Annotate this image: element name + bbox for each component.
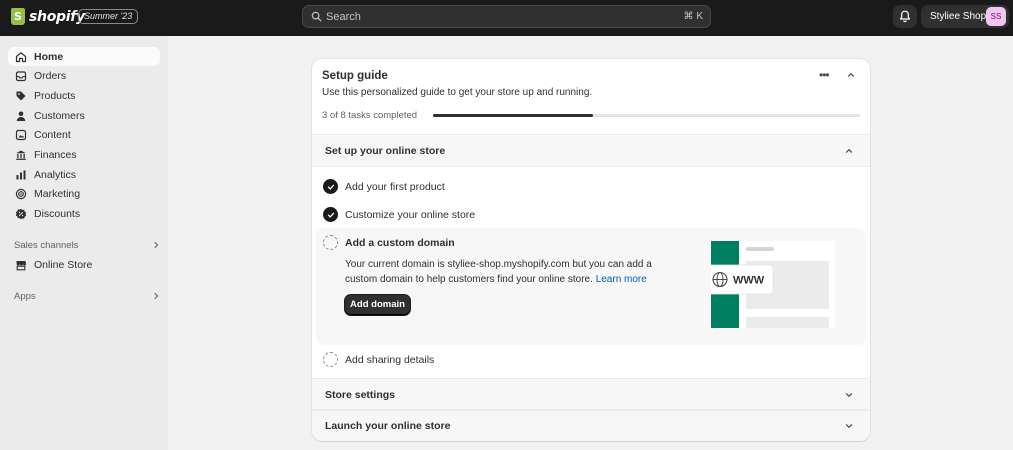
task-label: Customize your online store [345,208,476,221]
notifications-button[interactable] [893,5,917,28]
shopify-logo[interactable]: shopify [11,8,85,25]
sidebar-item-online-store[interactable]: Online Store [8,255,160,274]
orders-icon [14,69,28,83]
setup-guide-card: Setup guide Use this personalized guide … [312,59,870,441]
sales-channels-label: Sales channels [14,239,79,251]
home-icon [14,50,28,64]
search-placeholder: Search [326,11,361,23]
chevron-up-icon[interactable] [846,70,856,80]
person-icon [14,109,28,123]
setup-guide-subtitle: Use this personalized guide to get your … [322,87,593,98]
task-customize-store[interactable]: Customize your online store [323,207,475,222]
checkmark-icon [323,207,338,222]
store-avatar: SS [986,7,1006,26]
progress-text: 3 of 8 tasks completed [322,110,418,121]
task-add-custom-domain-panel: Add a custom domain Your current domain … [316,228,866,345]
learn-more-link[interactable]: Learn more [596,274,647,285]
section-title: Set up your online store [325,145,446,157]
sidebar-item-content[interactable]: Content [8,125,160,144]
sidebar-item-discounts[interactable]: Discounts [8,204,160,223]
sidebar: Home Orders Products Customers Content F… [0,36,168,450]
sidebar-item-label: Home [34,50,64,63]
bank-icon [14,148,28,162]
section-launch-online-store[interactable]: Launch your online store [312,410,870,441]
sidebar-item-label: Orders [34,69,67,82]
chevron-down-icon [845,393,853,398]
www-label: WWW [733,275,765,287]
chevron-down-icon [845,424,853,429]
sidebar-item-label: Marketing [34,187,81,200]
sidebar-item-marketing[interactable]: Marketing [8,184,160,203]
sidebar-item-label: Analytics [34,168,77,181]
sidebar-item-customers[interactable]: Customers [8,106,160,125]
sidebar-item-label: Content [34,128,71,141]
sidebar-item-home[interactable]: Home [8,47,160,66]
task-label: Add sharing details [345,353,435,366]
store-icon [14,258,28,272]
analytics-icon [14,168,28,182]
sidebar-item-label: Finances [34,148,77,161]
discount-icon [14,207,28,221]
tag-icon [14,89,28,103]
search-bar[interactable]: Search ⌘ K [302,5,711,28]
sidebar-item-label: Online Store [34,258,93,271]
incomplete-circle-icon [323,235,338,250]
sales-channels-heading[interactable]: Sales channels [14,237,160,253]
progress-bar [433,114,860,117]
shopify-bag-icon [11,8,25,25]
top-bar: shopify Summer '23 Search ⌘ K Styliee Sh… [0,0,1013,36]
search-shortcut: ⌘ K [683,11,703,22]
checkmark-icon [323,179,338,194]
task-add-sharing-details[interactable]: Add sharing details [323,352,434,367]
section-title: Launch your online store [325,420,451,432]
apps-heading[interactable]: Apps [14,288,160,304]
sidebar-item-finances[interactable]: Finances [8,145,160,164]
task-label: Add your first product [345,180,445,193]
chevron-right-icon [154,241,159,249]
sidebar-item-analytics[interactable]: Analytics [8,165,160,184]
domain-illustration: WWW [711,241,835,328]
section-store-settings[interactable]: Store settings [312,378,870,410]
sidebar-item-label: Customers [34,109,85,122]
sidebar-item-products[interactable]: Products [8,86,160,105]
chevron-up-icon [845,148,853,153]
progress-fill [433,114,594,117]
chevron-right-icon [154,292,159,300]
target-icon [14,187,28,201]
apps-label: Apps [14,290,36,302]
sidebar-item-label: Discounts [34,207,81,220]
incomplete-circle-icon [323,352,338,367]
store-menu-button[interactable]: Styliee Shop SS [921,5,1009,28]
task-add-custom-domain[interactable]: Add a custom domain [323,235,455,250]
section-title: Store settings [325,389,396,401]
brand-name: shopify [29,8,85,25]
setup-guide-title: Setup guide [322,70,388,82]
task-add-first-product[interactable]: Add your first product [323,179,445,194]
add-domain-button[interactable]: Add domain [345,295,410,315]
sidebar-item-orders[interactable]: Orders [8,66,160,85]
section-setup-online-store[interactable]: Set up your online store [312,134,870,167]
store-name: Styliee Shop [930,11,987,22]
edition-badge: Summer '23 [78,9,139,24]
task-description: Your current domain is styliee-shop.mysh… [345,257,655,287]
search-icon [311,11,322,25]
content-icon [14,128,28,142]
sidebar-item-label: Products [34,89,76,102]
task-label: Add a custom domain [345,236,455,249]
more-actions-icon[interactable]: ••• [819,68,830,82]
bell-icon [899,10,911,23]
